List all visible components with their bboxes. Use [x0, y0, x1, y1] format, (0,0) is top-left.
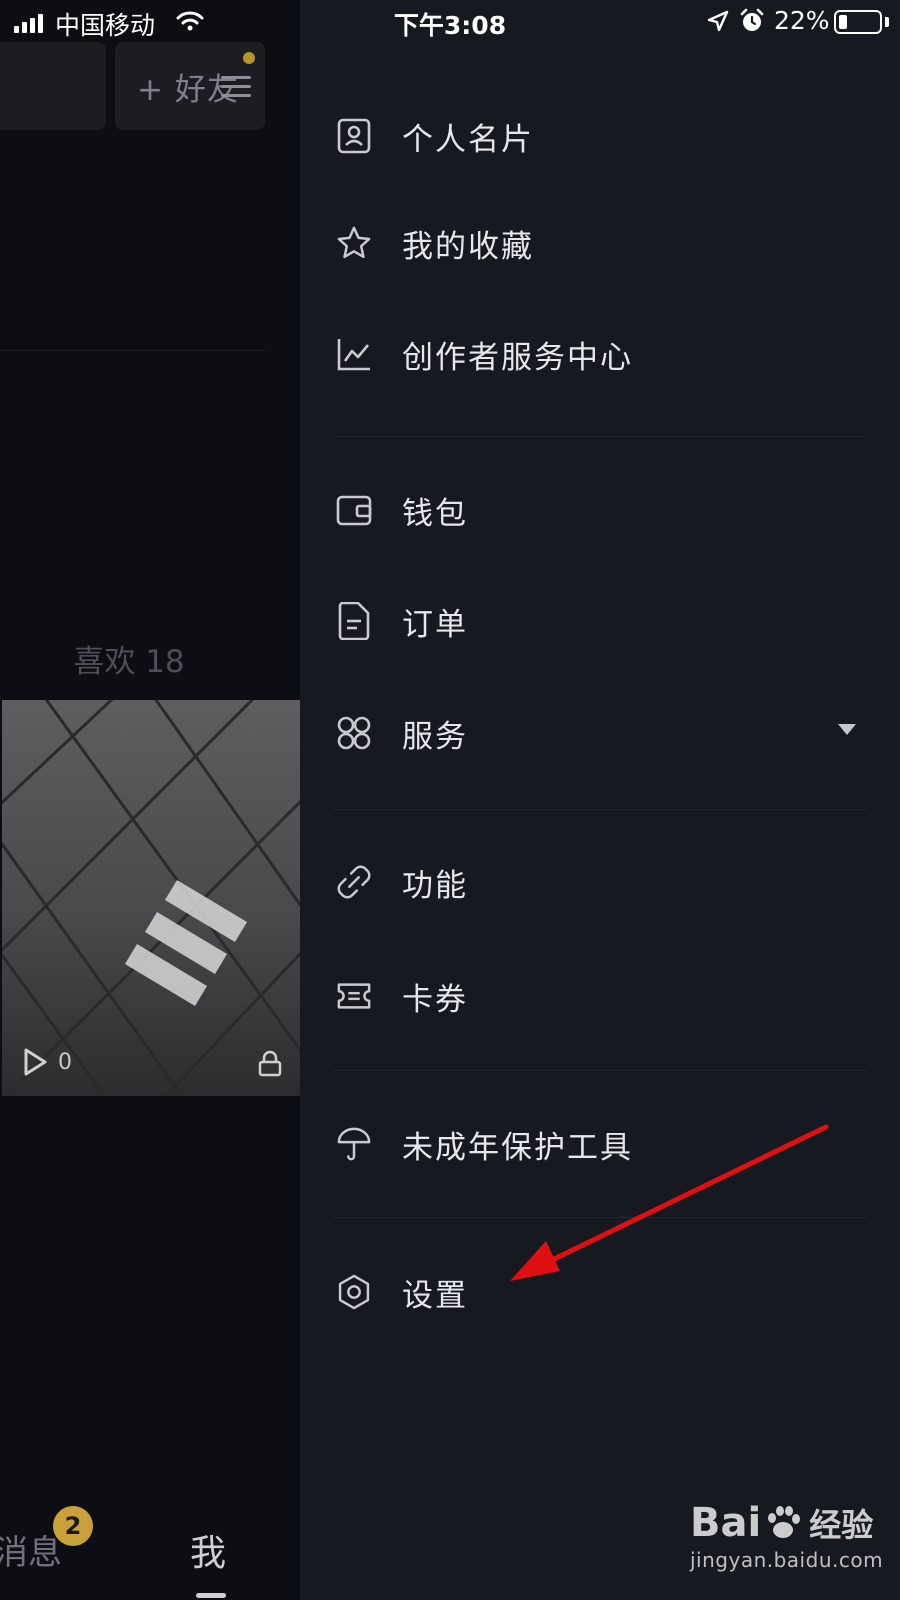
menu-item-label: 我的收藏: [402, 228, 534, 265]
menu-item-label: 个人名片: [402, 121, 534, 158]
tab-me[interactable]: 我: [190, 1524, 226, 1576]
wallet-icon: [336, 492, 372, 528]
menu-item-orders[interactable]: 订单: [336, 585, 866, 657]
menu-item-features[interactable]: 功能: [336, 846, 866, 918]
alarm-clock-icon: [740, 8, 764, 31]
add-friend-button[interactable]: + 好友: [115, 42, 265, 130]
menu-item-label: 钱包: [402, 495, 468, 532]
play-icon: [24, 1048, 47, 1076]
menu-item-minor-protection[interactable]: 未成年保护工具: [336, 1108, 866, 1180]
battery-cap: [885, 17, 889, 27]
menu-item-label: 创作者服务中心: [402, 339, 633, 376]
menu-item-label: 订单: [402, 606, 468, 643]
drawer-divider: [334, 436, 866, 437]
profile-card-icon: [336, 118, 372, 154]
menu-item-settings[interactable]: 设置: [336, 1256, 866, 1328]
menu-item-label: 设置: [402, 1277, 468, 1314]
background-app: + 好友 喜欢 18 0 消息 2 我: [0, 0, 300, 1600]
likes-tab[interactable]: 喜欢 18: [0, 636, 258, 681]
tile-floor-image: [2, 700, 300, 1096]
menu-item-label: 功能: [402, 867, 468, 904]
chevron-down-icon[interactable]: [838, 724, 856, 735]
status-bar: 中国移动 下午3:08 22%: [0, 0, 900, 44]
tab-active-indicator: [196, 1593, 226, 1598]
status-time: 下午3:08: [393, 11, 507, 40]
messages-badge: 2: [53, 1506, 93, 1546]
link-icon: [336, 864, 372, 900]
menu-item-label: 卡券: [402, 981, 468, 1018]
tab-messages[interactable]: 消息: [0, 1525, 62, 1574]
gear-icon: [336, 1274, 372, 1310]
background-edit-button[interactable]: [0, 42, 106, 130]
chart-line-icon: [336, 336, 372, 372]
menu-item-label: 未成年保护工具: [402, 1129, 633, 1166]
hamburger-menu-icon[interactable]: [221, 76, 251, 98]
menu-item-coupons[interactable]: 卡券: [336, 960, 866, 1032]
watermark-url: jingyan.baidu.com: [690, 1548, 884, 1572]
menu-item-profile-card[interactable]: 个人名片: [336, 100, 866, 172]
video-thumbnail[interactable]: [2, 700, 300, 1096]
star-icon: [336, 225, 372, 261]
menu-item-wallet[interactable]: 钱包: [336, 474, 866, 546]
menu-item-favorites[interactable]: 我的收藏: [336, 207, 866, 279]
umbrella-icon: [336, 1126, 372, 1162]
background-divider: [0, 350, 265, 351]
watermark-brand-suffix: 经验: [809, 1506, 874, 1544]
ticket-icon: [336, 978, 372, 1014]
grid-four-icon: [336, 715, 372, 751]
play-count-value: 0: [58, 1049, 72, 1075]
menu-item-label: 服务: [402, 718, 468, 755]
drawer-divider: [334, 1070, 866, 1071]
battery-icon: [834, 10, 882, 34]
paw-icon: [768, 1506, 801, 1538]
menu-item-creator-center[interactable]: 创作者服务中心: [336, 318, 866, 390]
document-icon: [336, 602, 372, 640]
baidu-jingyan-watermark: Bai 经验 jingyan.baidu.com: [690, 1500, 890, 1572]
play-count: 0: [22, 1047, 72, 1077]
location-arrow-icon: [707, 10, 729, 32]
watermark-brand: Bai: [690, 1500, 762, 1546]
side-drawer: 个人名片 我的收藏 创作者服务中心 钱包 订单 服务 功能 卡券 未成年保护工具…: [300, 0, 900, 1600]
notification-dot: [243, 52, 255, 64]
lock-icon: [258, 1050, 282, 1077]
drawer-divider: [334, 1217, 866, 1218]
battery-level-fill: [839, 15, 847, 29]
battery-percent: 22%: [774, 6, 830, 35]
menu-item-services[interactable]: 服务: [336, 697, 866, 769]
drawer-divider: [334, 809, 866, 810]
